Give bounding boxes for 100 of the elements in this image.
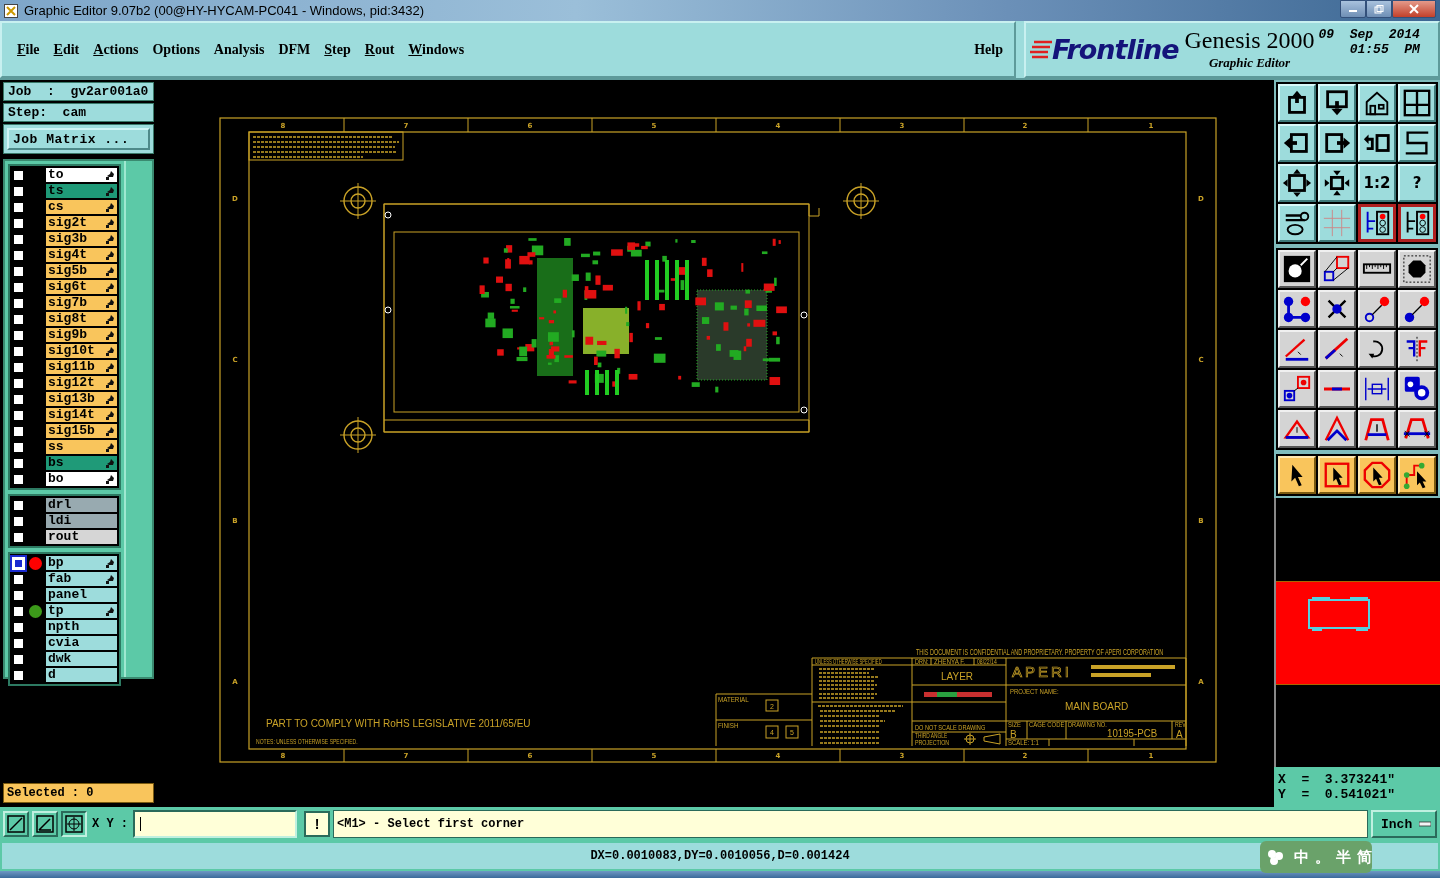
layer-checkbox[interactable] (12, 472, 25, 486)
layer-item[interactable]: ss (46, 440, 117, 454)
maximize-button[interactable] (1366, 0, 1392, 18)
menu-item[interactable]: Actions (86, 41, 146, 58)
tool-button[interactable]: ? (1398, 164, 1436, 202)
layer-item[interactable]: cs (46, 200, 117, 214)
menu-item[interactable]: Rout (357, 41, 402, 58)
tool-button[interactable] (1278, 290, 1316, 328)
layer-item[interactable]: sig10t (46, 344, 117, 358)
layer-item[interactable]: sig7b (46, 296, 117, 310)
layer-checkbox[interactable] (12, 360, 25, 374)
xy-input[interactable] (133, 810, 297, 838)
layer-item[interactable]: sig11b (46, 360, 117, 374)
tool-button[interactable] (1278, 410, 1316, 448)
layer-checkbox[interactable] (12, 168, 25, 182)
job-matrix-button[interactable]: Job Matrix ... (7, 128, 150, 150)
layer-item[interactable]: sig14t (46, 408, 117, 422)
tool-button[interactable] (1358, 124, 1396, 162)
tool-button[interactable] (1398, 84, 1436, 122)
layer-checkbox[interactable] (12, 312, 25, 326)
grid-snap-button[interactable] (61, 811, 87, 837)
layer-checkbox[interactable] (12, 572, 25, 586)
layer-item[interactable]: sig4t (46, 248, 117, 262)
tool-button[interactable] (1398, 456, 1436, 494)
layer-item[interactable]: rout (46, 530, 117, 544)
tool-button[interactable] (1278, 204, 1316, 242)
menu-item[interactable]: File (10, 41, 47, 58)
tool-button[interactable] (1318, 84, 1356, 122)
layer-item[interactable]: ts (46, 184, 117, 198)
tool-button[interactable] (1318, 250, 1356, 288)
tool-button[interactable] (1358, 290, 1396, 328)
menu-item[interactable]: DFM (271, 41, 318, 58)
tool-button[interactable] (1278, 330, 1316, 368)
tool-button[interactable] (1278, 250, 1316, 288)
layer-checkbox[interactable] (12, 280, 25, 294)
tool-button[interactable] (1318, 290, 1356, 328)
layer-item[interactable]: bp (46, 556, 117, 570)
overview-map[interactable] (1274, 498, 1440, 767)
layer-item[interactable]: sig8t (46, 312, 117, 326)
menu-item[interactable]: Analysis (206, 41, 272, 58)
minimize-button[interactable] (1340, 0, 1366, 18)
layer-item[interactable]: tp (46, 604, 117, 618)
layer-checkbox[interactable] (12, 456, 25, 470)
layer-item[interactable]: fab (46, 572, 117, 586)
layer-item[interactable]: sig2t (46, 216, 117, 230)
units-button[interactable]: Inch (1371, 810, 1437, 838)
layer-item[interactable]: npth (46, 620, 117, 634)
tool-button[interactable] (1358, 204, 1396, 242)
tool-button[interactable]: 1:2 (1358, 164, 1396, 202)
tool-button[interactable] (1398, 370, 1436, 408)
layer-item[interactable]: sig13b (46, 392, 117, 406)
layer-checkbox[interactable] (12, 344, 25, 358)
layer-checkbox[interactable] (12, 216, 25, 230)
tool-button[interactable] (1398, 410, 1436, 448)
layer-checkbox[interactable] (12, 392, 25, 406)
layer-item[interactable]: drl (46, 498, 117, 512)
layer-checkbox[interactable] (12, 440, 25, 454)
layer-checkbox[interactable] (12, 652, 25, 666)
tool-button[interactable] (1318, 370, 1356, 408)
tool-button[interactable] (1398, 290, 1436, 328)
tool-button[interactable] (1318, 410, 1356, 448)
layer-checkbox[interactable] (12, 514, 25, 528)
layer-checkbox[interactable] (12, 248, 25, 262)
layer-item[interactable]: sig15b (46, 424, 117, 438)
tool-button[interactable] (1318, 330, 1356, 368)
close-button[interactable] (1392, 0, 1436, 18)
tool-button[interactable] (1318, 164, 1356, 202)
alert-button[interactable]: ! (304, 811, 330, 837)
menu-item[interactable]: Step (317, 41, 358, 58)
layer-checkbox[interactable] (12, 604, 25, 618)
angle-button[interactable] (32, 811, 58, 837)
layer-checkbox[interactable] (12, 200, 25, 214)
tool-button[interactable] (1398, 204, 1436, 242)
tool-button[interactable] (1358, 330, 1396, 368)
tool-button[interactable] (1358, 84, 1396, 122)
layer-checkbox[interactable] (12, 376, 25, 390)
layer-checkbox[interactable] (12, 588, 25, 602)
layer-item[interactable]: sig9b (46, 328, 117, 342)
layer-checkbox[interactable] (12, 184, 25, 198)
layer-checkbox[interactable] (12, 328, 25, 342)
tool-button[interactable] (1278, 124, 1316, 162)
tool-button[interactable] (1278, 456, 1316, 494)
tool-button[interactable] (1278, 370, 1316, 408)
layer-checkbox[interactable] (12, 620, 25, 634)
menu-item[interactable]: Options (145, 41, 207, 58)
layer-item[interactable]: sig3b (46, 232, 117, 246)
tool-button[interactable] (1278, 84, 1316, 122)
layer-checkbox[interactable] (12, 530, 25, 544)
tool-button[interactable] (1358, 410, 1396, 448)
tool-button[interactable] (1398, 250, 1436, 288)
layer-item[interactable]: sig5b (46, 264, 117, 278)
layer-item[interactable]: to (46, 168, 117, 182)
layer-item[interactable]: bo (46, 472, 117, 486)
layer-item[interactable]: cvia (46, 636, 117, 650)
layer-checkbox[interactable] (12, 498, 25, 512)
layer-item[interactable]: dwk (46, 652, 117, 666)
tool-button[interactable] (1318, 124, 1356, 162)
layer-item[interactable]: d (46, 668, 117, 682)
layer-checkbox[interactable] (12, 636, 25, 650)
tool-button[interactable] (1398, 330, 1436, 368)
